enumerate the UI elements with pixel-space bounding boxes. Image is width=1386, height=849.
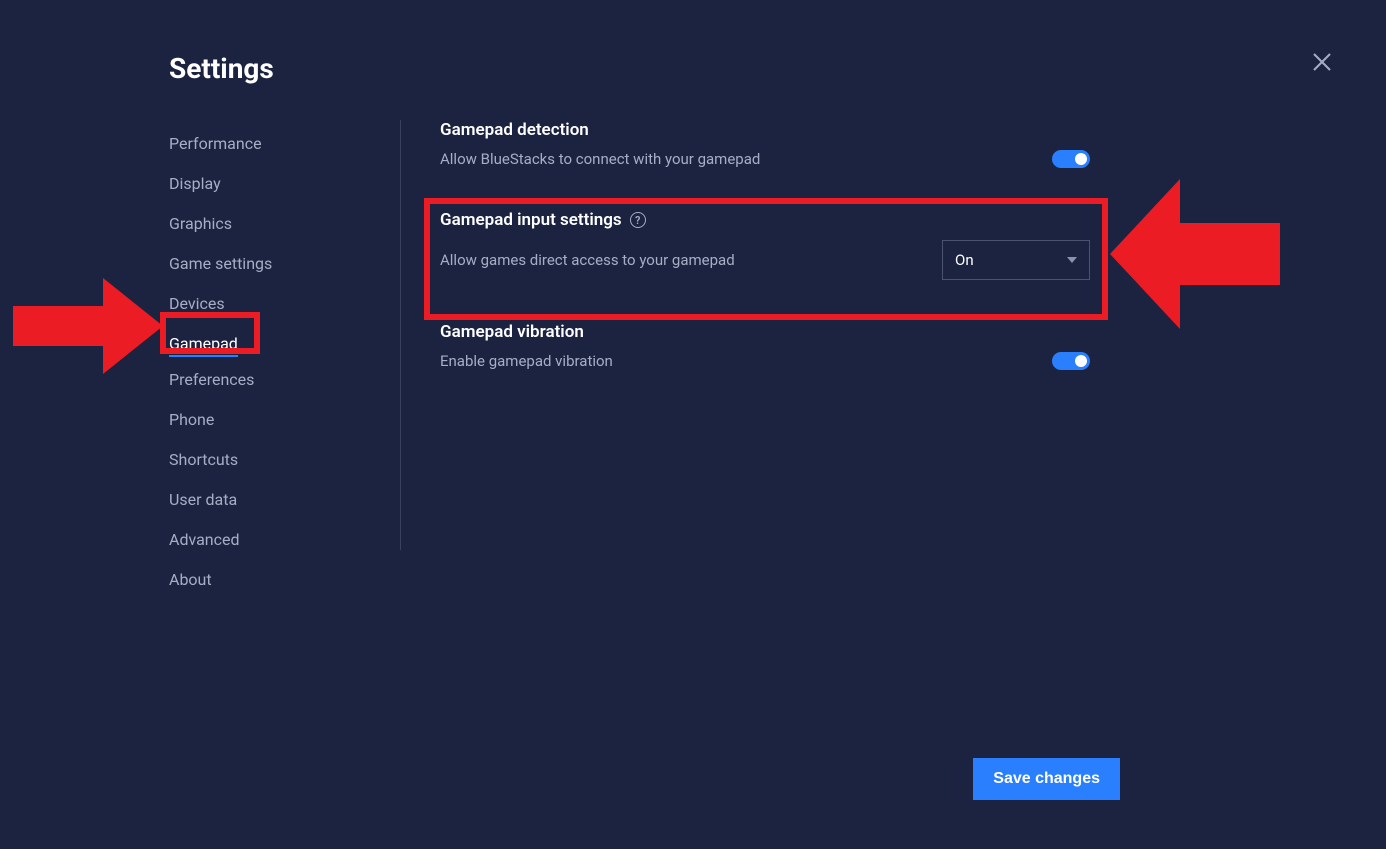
section-title-vibration: Gamepad vibration	[440, 322, 1090, 342]
content-panel: Gamepad detection Allow BlueStacks to co…	[440, 120, 1090, 404]
sidebar-item-display[interactable]: Display	[169, 166, 221, 201]
sidebar-item-graphics[interactable]: Graphics	[169, 206, 232, 241]
sidebar-item-gamepad[interactable]: Gamepad	[169, 326, 238, 357]
page-title: Settings	[169, 52, 274, 85]
sidebar-item-advanced[interactable]: Advanced	[169, 522, 240, 557]
sidebar-item-preferences[interactable]: Preferences	[169, 362, 254, 397]
close-button[interactable]	[1310, 50, 1334, 74]
annotation-arrow-left	[13, 278, 163, 374]
section-gamepad-detection: Gamepad detection Allow BlueStacks to co…	[440, 120, 1090, 168]
annotation-arrow-right	[1110, 179, 1280, 329]
dropdown-gamepad-input[interactable]: On	[942, 240, 1090, 280]
section-title-detection: Gamepad detection	[440, 120, 1090, 140]
section-title-input: Gamepad input settings	[440, 210, 622, 230]
dropdown-value: On	[955, 251, 974, 269]
toggle-gamepad-detection[interactable]	[1052, 150, 1090, 168]
chevron-down-icon	[1067, 257, 1077, 263]
sidebar-item-user-data[interactable]: User data	[169, 482, 237, 517]
toggle-gamepad-vibration[interactable]	[1052, 352, 1090, 370]
save-changes-button[interactable]: Save changes	[973, 758, 1120, 800]
section-desc-input: Allow games direct access to your gamepa…	[440, 251, 735, 269]
sidebar: Performance Display Graphics Game settin…	[169, 126, 379, 602]
close-icon	[1310, 50, 1334, 74]
sidebar-item-phone[interactable]: Phone	[169, 402, 214, 437]
section-desc-vibration: Enable gamepad vibration	[440, 352, 613, 370]
help-icon[interactable]: ?	[630, 212, 646, 228]
sidebar-item-shortcuts[interactable]: Shortcuts	[169, 442, 238, 477]
sidebar-item-performance[interactable]: Performance	[169, 126, 262, 161]
vertical-divider	[400, 120, 401, 550]
section-desc-detection: Allow BlueStacks to connect with your ga…	[440, 150, 760, 168]
sidebar-item-game-settings[interactable]: Game settings	[169, 246, 272, 281]
section-gamepad-vibration: Gamepad vibration Enable gamepad vibrati…	[440, 322, 1090, 370]
sidebar-item-about[interactable]: About	[169, 562, 212, 597]
section-gamepad-input: Gamepad input settings ? Allow games dir…	[440, 210, 1090, 280]
sidebar-item-devices[interactable]: Devices	[169, 286, 225, 321]
